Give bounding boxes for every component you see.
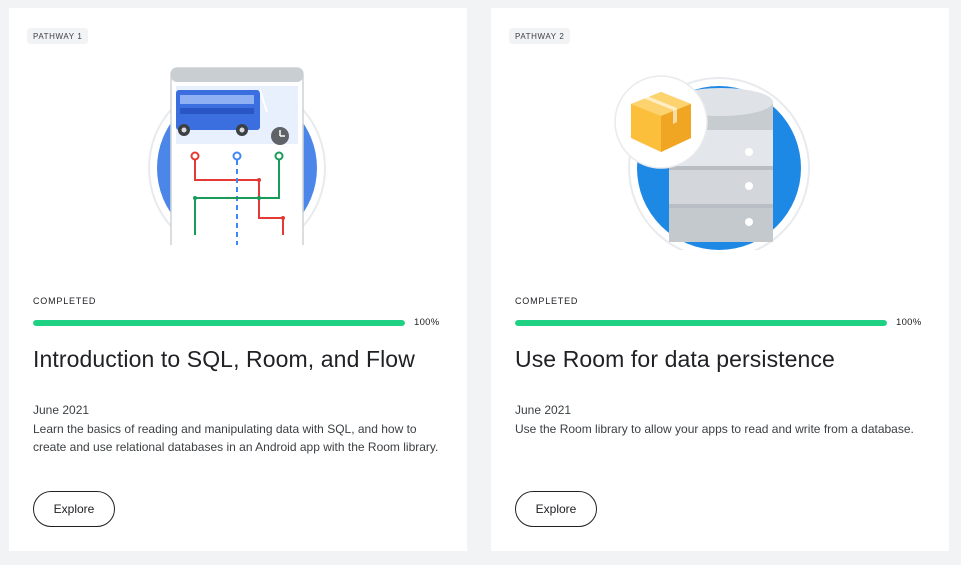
completion-status: COMPLETED: [515, 296, 579, 306]
pathway-badge: PATHWAY 1: [27, 28, 89, 44]
progress-fill: [33, 320, 405, 326]
progress-bar: [33, 320, 405, 326]
progress-bar: [515, 320, 887, 326]
progress-percent: 100%: [896, 317, 922, 328]
completion-status: COMPLETED: [33, 296, 97, 306]
explore-button[interactable]: Explore: [515, 491, 597, 527]
pathway-date: June 2021: [33, 403, 90, 417]
progress-percent: 100%: [414, 317, 440, 328]
pathway-title: Introduction to SQL, Room, and Flow: [33, 346, 415, 372]
pathway-title: Use Room for data persistence: [515, 346, 835, 372]
pathway-description: Use the Room library to allow your apps …: [515, 422, 914, 436]
database-box-icon: [614, 75, 821, 260]
progress-fill: [515, 320, 887, 326]
explore-button[interactable]: Explore: [33, 491, 115, 527]
bus-schedule-phone-icon: [139, 67, 339, 260]
pathway-description: Learn the basics of reading and manipula…: [33, 422, 439, 454]
pathway-badge: PATHWAY 2: [509, 28, 571, 44]
pathway-date: June 2021: [515, 403, 572, 417]
pathway-card-1: PATHWAY 1 COMPLETED 100% Introduction to…: [9, 8, 467, 551]
pathway-card-2: PATHWAY 2 COMPLETED 100% Use Room for da…: [491, 8, 949, 551]
